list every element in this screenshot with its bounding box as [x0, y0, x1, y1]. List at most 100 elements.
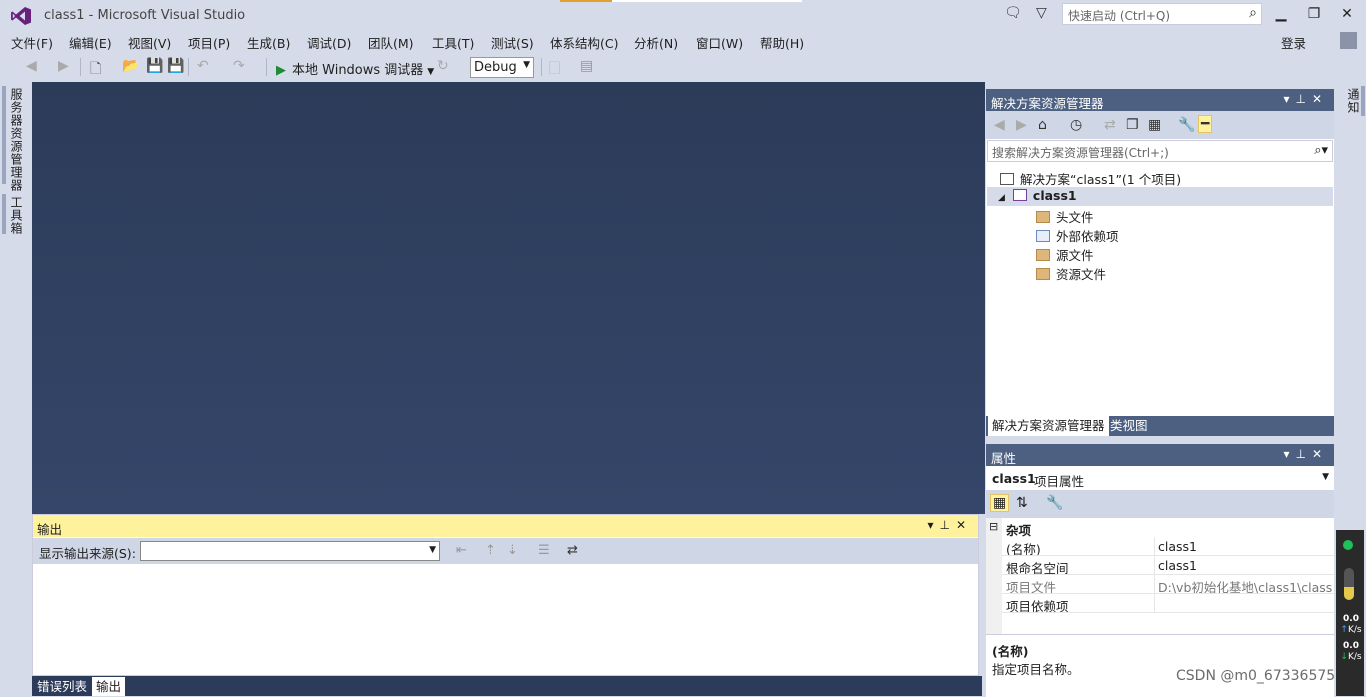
preview-selected-icon[interactable]: ━	[1198, 115, 1213, 133]
show-all-files-icon[interactable]: ▦	[1148, 117, 1161, 133]
expand-triangle-icon[interactable]: ◢	[998, 193, 1005, 203]
tab-class-view[interactable]: 类视图	[1106, 416, 1152, 436]
menu-edit[interactable]: 编辑(E)	[69, 33, 112, 52]
panel-controls: ▾⊥✕	[1283, 447, 1328, 461]
standard-toolbar: ◀ ▶ 🗋 📂 💾 💾 ↶ ↷ ▶ 本地 Windows 调试器 ▼ ↻ Debug…	[0, 53, 1366, 81]
property-row[interactable]: 根命名空间 class1	[986, 556, 1334, 576]
solution-explorer-title: 解决方案资源管理器	[991, 96, 1104, 111]
account-avatar-icon[interactable]	[1340, 32, 1357, 49]
solution-node[interactable]: 解决方案“class1”(1 个项目)	[1000, 169, 1181, 188]
tree-item-resource-files[interactable]: 资源文件	[1036, 264, 1106, 283]
project-node[interactable]: ◢ class1	[998, 188, 1077, 203]
property-row[interactable]: 项目文件 D:\vb初始化基地\class1\class1\	[986, 575, 1334, 595]
menu-tools[interactable]: 工具(T)	[432, 33, 474, 52]
close-icon[interactable]: ✕	[956, 518, 972, 532]
back-icon[interactable]: ◀	[994, 117, 1005, 133]
previous-message-icon[interactable]: ⇡	[485, 543, 496, 558]
menu-build[interactable]: 生成(B)	[247, 33, 290, 52]
usage-gauge	[1344, 568, 1354, 600]
server-explorer-tab[interactable]: 服务器资源管理器	[8, 88, 25, 192]
forward-icon[interactable]: ▶	[1016, 117, 1027, 133]
menu-analyze[interactable]: 分析(N)	[634, 33, 678, 52]
navigate-forward-icon[interactable]: ▶	[58, 58, 69, 74]
save-all-icon[interactable]: 💾	[167, 58, 184, 74]
navigate-back-icon[interactable]: ◀	[26, 58, 37, 74]
tab-output[interactable]: 输出	[92, 677, 126, 696]
pin-icon[interactable]: ⊥	[1295, 92, 1311, 106]
clear-all-icon[interactable]: ☰	[538, 543, 550, 558]
word-wrap-icon[interactable]: ⇄	[567, 543, 578, 558]
object-selector[interactable]: class1 项目属性 ▼	[986, 467, 1334, 489]
undo-icon[interactable]: ↶	[197, 58, 209, 74]
notifications-tab[interactable]: 通知	[1345, 88, 1362, 114]
property-pages-wrench-icon[interactable]: 🔧	[1046, 495, 1063, 511]
toolbox-icon[interactable]: ▤	[580, 58, 593, 74]
categorized-icon[interactable]: ▦	[990, 494, 1010, 512]
chevron-down-icon[interactable]: ▾	[927, 518, 939, 532]
menu-window[interactable]: 窗口(W)	[696, 33, 743, 52]
home-icon[interactable]: ⌂	[1038, 117, 1047, 133]
visual-studio-logo-icon	[11, 7, 31, 25]
editor-area[interactable]	[32, 82, 985, 514]
pin-icon[interactable]: ⊥	[1295, 447, 1311, 461]
close-icon[interactable]: ✕	[1312, 92, 1328, 106]
new-project-icon[interactable]: 🗋	[90, 58, 101, 82]
property-value[interactable]: class1	[1158, 539, 1332, 554]
close-button[interactable]: ✕	[1336, 4, 1358, 24]
pending-changes-icon[interactable]: ◷	[1070, 117, 1082, 133]
sign-in-link[interactable]: 登录	[1281, 33, 1306, 52]
output-source-select[interactable]: ▼	[140, 541, 440, 561]
next-message-icon[interactable]: ⇣	[507, 543, 518, 558]
download-unit: ↓K/s	[1338, 652, 1364, 663]
refresh-icon[interactable]: ↻	[437, 58, 449, 74]
solution-configuration-dropdown[interactable]: Debug ▼	[470, 57, 534, 78]
tab-indicator	[2, 194, 6, 234]
collapse-icon[interactable]: ⊟	[989, 520, 998, 533]
tree-item-source-files[interactable]: 源文件	[1036, 245, 1094, 264]
toolbox-tab[interactable]: 工具箱	[8, 196, 25, 235]
feedback-icon[interactable]: 🗨	[1004, 5, 1022, 21]
solution-explorer-toolbar: ◀ ▶ ⌂ ◷ ⇄ ❐ ▦ 🔧 ━	[986, 111, 1334, 139]
solution-search-input[interactable]: 搜索解决方案资源管理器(Ctrl+;) ⌕▾	[987, 140, 1333, 162]
menu-test[interactable]: 测试(S)	[491, 33, 534, 52]
arrow-up-icon: ↑	[1340, 625, 1348, 635]
filter-icon[interactable]: ▽	[1036, 5, 1047, 21]
menu-view[interactable]: 视图(V)	[128, 33, 171, 52]
category-row[interactable]: ⊟ 杂项	[986, 518, 1334, 538]
bottom-tab-bar: 错误列表 输出	[32, 676, 982, 696]
start-debugging-button[interactable]: ▶ 本地 Windows 调试器 ▼	[276, 59, 434, 78]
tree-item-external-deps[interactable]: 外部依赖项	[1036, 226, 1119, 245]
chevron-down-icon[interactable]: ▾	[1283, 447, 1295, 461]
properties-wrench-icon[interactable]: 🔧	[1178, 117, 1195, 133]
collapse-all-icon[interactable]: ❐	[1126, 117, 1139, 133]
pin-icon[interactable]: ⊥	[939, 518, 955, 532]
find-icon[interactable]: 🗌	[549, 58, 560, 82]
menu-architecture[interactable]: 体系结构(C)	[550, 33, 618, 52]
minimize-button[interactable]: ▁	[1270, 4, 1292, 24]
open-file-icon[interactable]: 📂	[122, 58, 139, 74]
start-debugging-label: 本地 Windows 调试器	[292, 63, 424, 78]
tab-solution-explorer[interactable]: 解决方案资源管理器	[988, 416, 1109, 436]
menu-project[interactable]: 项目(P)	[188, 33, 230, 52]
save-icon[interactable]: 💾	[146, 58, 163, 74]
menu-file[interactable]: 文件(F)	[11, 33, 53, 52]
tree-item-header-files[interactable]: 头文件	[1036, 207, 1094, 226]
output-panel-header: 输出 ▾⊥✕	[33, 515, 978, 537]
close-icon[interactable]: ✕	[1312, 447, 1328, 461]
menu-bar: 文件(F) 编辑(E) 视图(V) 项目(P) 生成(B) 调试(D) 团队(M…	[0, 30, 1366, 52]
menu-team[interactable]: 团队(M)	[368, 33, 414, 52]
sync-icon[interactable]: ⇄	[1104, 117, 1116, 133]
alphabetical-sort-icon[interactable]: ⇅	[1016, 495, 1028, 511]
chevron-down-icon[interactable]: ▾	[1283, 92, 1295, 106]
find-message-icon[interactable]: ⇤	[456, 543, 467, 558]
property-value[interactable]: class1	[1158, 558, 1332, 573]
column-divider	[1154, 594, 1155, 613]
quick-launch-input[interactable]: 快速启动 (Ctrl+Q) ⌕	[1062, 3, 1262, 25]
restore-button[interactable]: ❐	[1303, 4, 1325, 24]
property-row[interactable]: (名称) class1	[986, 537, 1334, 557]
menu-help[interactable]: 帮助(H)	[760, 33, 804, 52]
property-row[interactable]: 项目依赖项	[986, 594, 1334, 614]
tab-error-list[interactable]: 错误列表	[33, 677, 91, 696]
redo-icon[interactable]: ↷	[233, 58, 245, 74]
menu-debug[interactable]: 调试(D)	[307, 33, 351, 52]
